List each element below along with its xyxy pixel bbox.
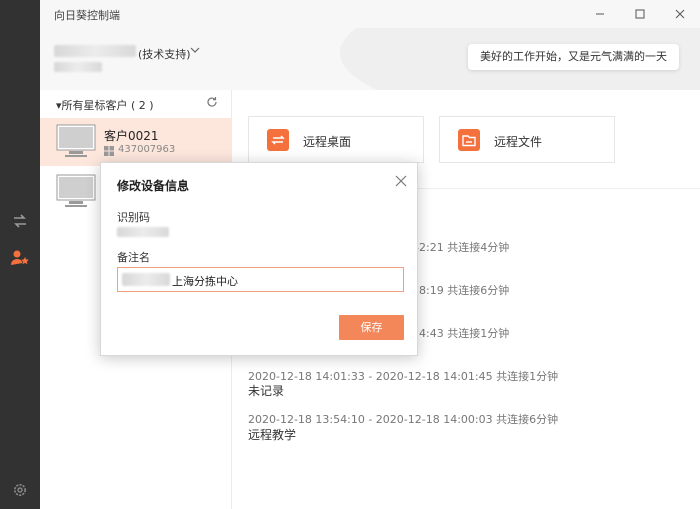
save-button[interactable]: 保存	[339, 315, 404, 340]
remote-file-label: 远程文件	[494, 135, 543, 149]
id-label: 识别码	[117, 211, 150, 224]
device-name: 客户0021	[104, 129, 159, 143]
close-icon[interactable]	[393, 173, 409, 189]
remark-input[interactable]: 上海分拣中心	[117, 267, 404, 292]
remote-desktop-icon	[267, 129, 289, 151]
history-note: 未记录	[248, 384, 285, 398]
greeting-bubble: 美好的工作开始，又是元气满满的一天	[468, 44, 679, 70]
device-id-redacted	[117, 227, 169, 237]
device-row-selected[interactable]: 客户0021 437007963	[40, 118, 232, 166]
history-time: 42:21 共连接4分钟	[412, 241, 510, 254]
remote-desktop-label: 远程桌面	[303, 135, 352, 149]
history-time: 18:19 共连接6分钟	[412, 284, 510, 297]
device-id: 437007963	[118, 144, 176, 155]
header: (技术支持) 美好的工作开始，又是元气满满的一天	[40, 28, 700, 90]
chevron-down-icon[interactable]	[190, 44, 200, 57]
history-time: 14:43 共连接1分钟	[412, 327, 510, 340]
settings-gear-icon[interactable]	[10, 480, 30, 500]
starred-clients-icon[interactable]	[10, 248, 30, 268]
refresh-icon[interactable]	[206, 96, 218, 111]
remark-label: 备注名	[117, 251, 150, 264]
account-role-label[interactable]: (技术支持)	[138, 46, 191, 62]
minimize-button[interactable]	[586, 4, 614, 24]
account-id-redacted	[54, 62, 102, 72]
remark-prefix-redacted	[122, 273, 170, 286]
history-time: 2020-12-18 14:01:33 - 2020-12-18 14:01:4…	[248, 370, 559, 383]
app-title: 向日葵控制端	[54, 9, 120, 22]
dialog-title: 修改设备信息	[117, 179, 190, 193]
title-bar: 向日葵控制端	[40, 0, 700, 28]
remote-desktop-tile[interactable]: 远程桌面	[248, 116, 424, 163]
windows-icon	[104, 146, 114, 156]
edit-device-dialog: 修改设备信息 识别码 备注名 上海分拣中心 保存	[100, 162, 418, 356]
remote-file-tile[interactable]: 远程文件	[439, 116, 615, 163]
close-window-button[interactable]	[666, 4, 694, 24]
history-time: 2020-12-18 13:54:10 - 2020-12-18 14:00:0…	[248, 413, 559, 426]
monitor-icon	[56, 174, 96, 207]
maximize-button[interactable]	[626, 4, 654, 24]
account-name-redacted	[54, 45, 136, 57]
left-rail	[0, 0, 40, 509]
monitor-icon	[56, 124, 96, 157]
history-note: 远程教学	[248, 428, 297, 442]
starred-group-header[interactable]: ▾所有星标客户 ( 2 )	[56, 97, 154, 113]
folder-icon	[458, 129, 480, 151]
remote-control-icon[interactable]	[10, 211, 30, 231]
remark-input-value: 上海分拣中心	[172, 275, 238, 288]
